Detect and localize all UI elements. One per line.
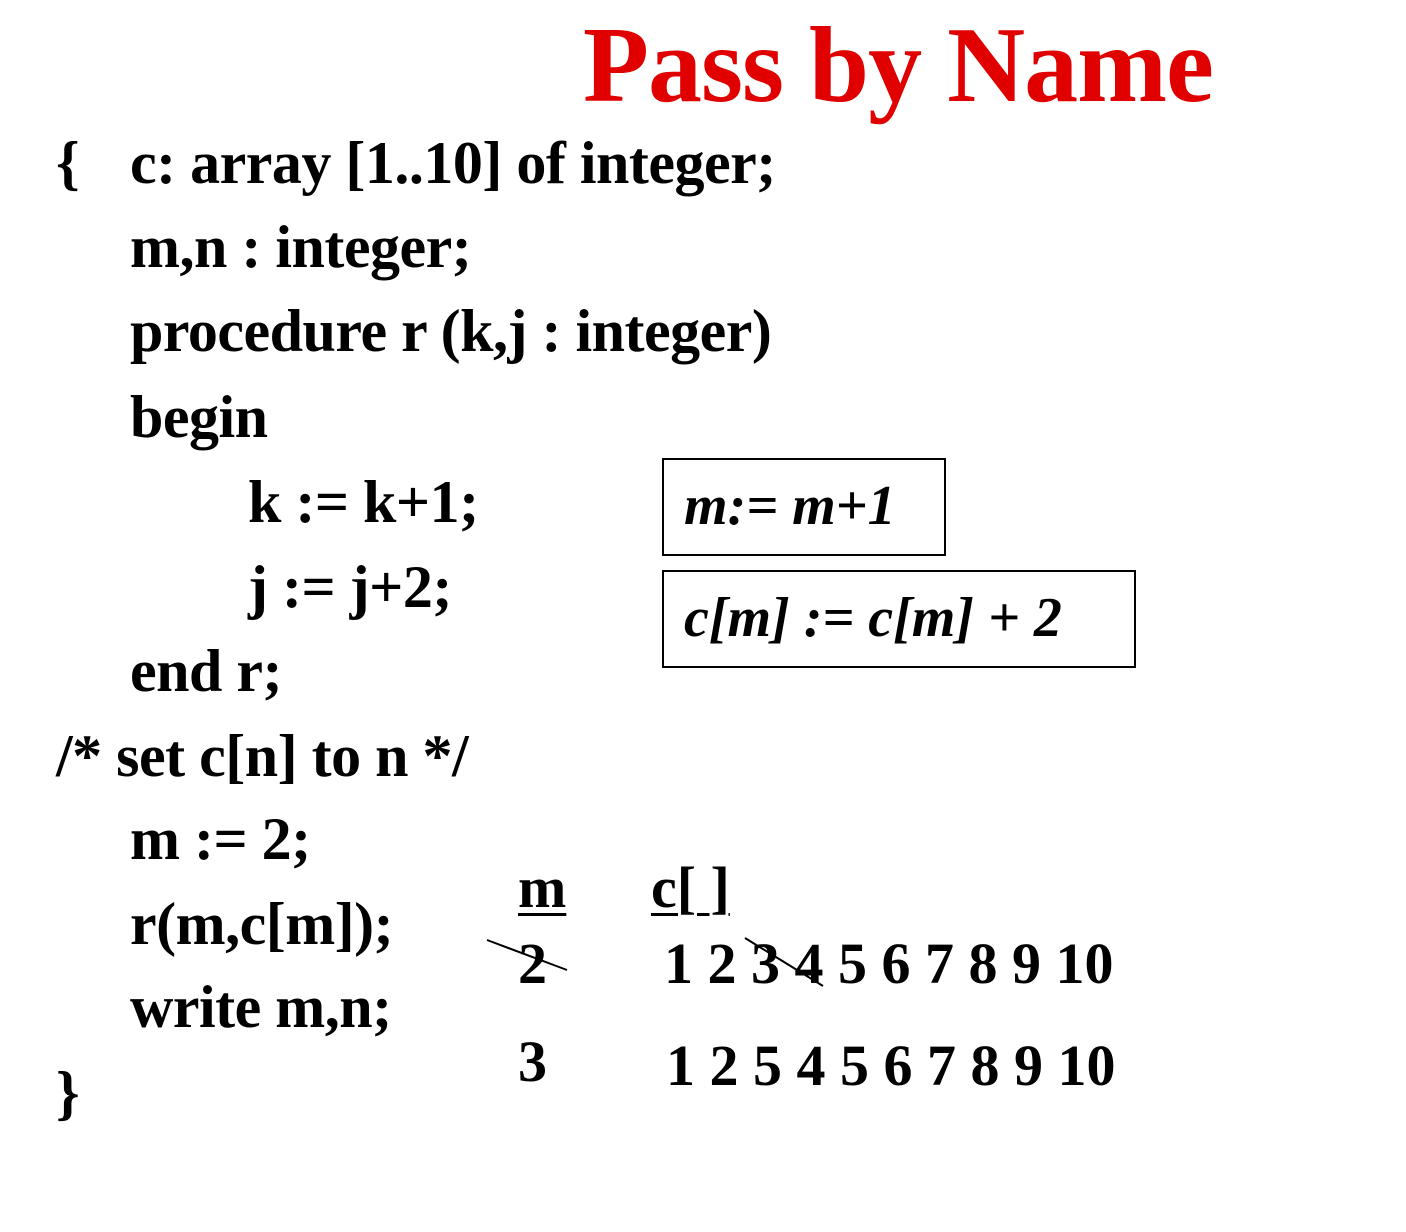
code-line-3: procedure r (k,j : integer) — [130, 298, 772, 364]
trace-row2-c: 1 2 5 4 5 6 7 8 9 10 — [666, 1033, 1116, 1098]
code-line-5: k := k+1; — [248, 469, 479, 535]
code-line-4: begin — [130, 384, 268, 450]
trace-row1-c: 1 2 3 4 5 6 7 8 9 10 — [664, 931, 1114, 996]
code-line-2: m,n : integer; — [130, 214, 472, 280]
code-line-11: write m,n; — [130, 974, 392, 1040]
trace-header-c: c[ ] — [651, 855, 730, 920]
trace-row2-m: 3 — [518, 1029, 547, 1094]
code-line-6: j := j+2; — [248, 554, 452, 620]
substitution-box-k: m:= m+1 — [662, 458, 946, 556]
page-title: Pass by Name — [583, 6, 1214, 125]
trace-row1-m: 2 — [518, 931, 547, 996]
code-open-brace: { — [56, 130, 80, 196]
code-line-10: r(m,c[m]); — [130, 891, 394, 957]
code-line-1: c: array [1..10] of integer; — [130, 130, 776, 196]
substitution-box-j: c[m] := c[m] + 2 — [662, 570, 1136, 668]
substitution-box-k-text: m:= m+1 — [684, 475, 896, 537]
code-line-9: m := 2; — [130, 806, 311, 872]
trace-header-m: m — [518, 855, 567, 920]
code-comment-line: /* set c[n] to n */ — [56, 723, 469, 789]
substitution-box-j-text: c[m] := c[m] + 2 — [684, 587, 1062, 649]
code-line-7: end r; — [130, 638, 282, 704]
code-close-brace: } — [56, 1060, 80, 1126]
